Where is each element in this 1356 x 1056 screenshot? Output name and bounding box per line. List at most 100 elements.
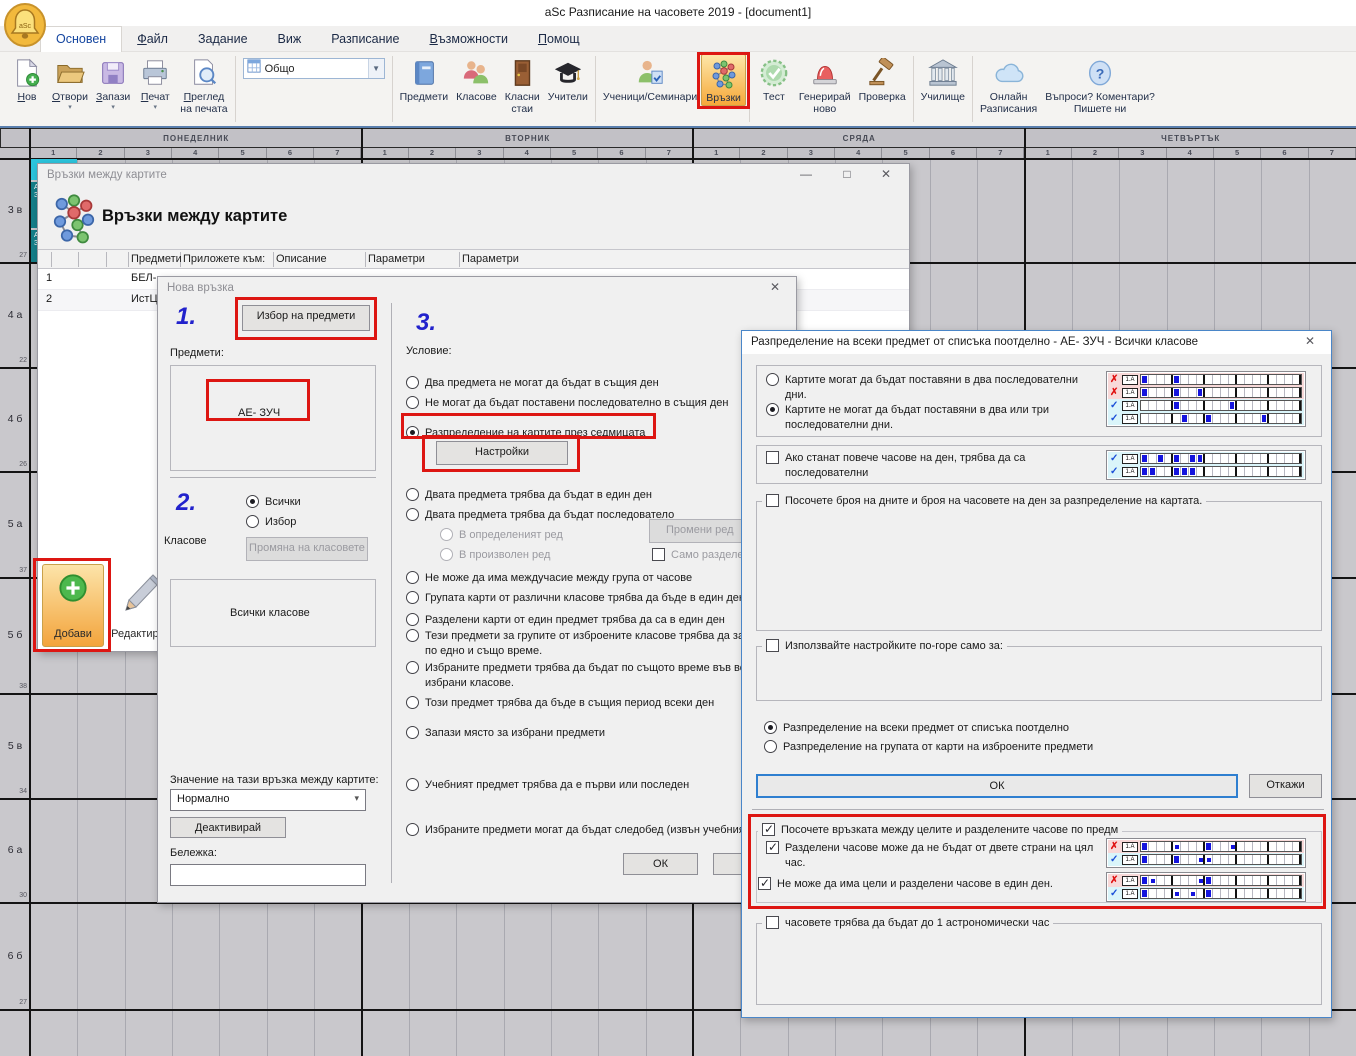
radio-button[interactable] xyxy=(406,778,419,791)
condition-option[interactable]: Двата предмета трябва да бъдат последова… xyxy=(406,508,674,523)
group-cards-radio[interactable]: Разпределение на групата от карти на изб… xyxy=(764,740,1093,755)
condition-option[interactable]: Два предмета не могат да бъдат в същия д… xyxy=(406,376,659,391)
radio-button[interactable] xyxy=(406,823,419,836)
radio-button[interactable] xyxy=(406,376,419,389)
column-header[interactable]: Описание xyxy=(276,253,327,265)
radio-button[interactable] xyxy=(406,591,419,604)
condition-option[interactable]: Групата карти от различни класове трябва… xyxy=(406,591,745,606)
tab-задание[interactable]: Задание xyxy=(183,27,263,52)
split-sides-checkbox[interactable]: Разделени часове може да не бъдат от две… xyxy=(766,841,1093,871)
condition-option[interactable]: Двата предмета трябва да бъдат в един де… xyxy=(406,488,652,503)
condition-option[interactable]: Запази място за избрани предмети xyxy=(406,726,605,741)
condition-option[interactable]: Избраните предмети трябва да бъдат по съ… xyxy=(406,661,745,691)
ribbon-button-school[interactable]: Училище xyxy=(917,54,969,104)
view-selector-dropdown[interactable]: Общо▼ xyxy=(243,58,385,79)
deactivate-button[interactable]: Деактивирай xyxy=(170,817,286,838)
importance-dropdown[interactable]: Нормално ▾ xyxy=(170,789,366,811)
minimize-button[interactable]: — xyxy=(789,164,823,186)
condition-option[interactable]: Тези предмети за групите от изброените к… xyxy=(406,629,744,659)
condition-option[interactable]: Учебният предмет трябва да е първи или п… xyxy=(406,778,689,793)
maximize-button[interactable]: □ xyxy=(830,164,864,186)
link-whole-split-checkbox[interactable]: Посочете връзката между целите и разделе… xyxy=(758,823,1122,838)
tab-разписание[interactable]: Разписание xyxy=(316,27,414,52)
class-row-label[interactable]: 6 б xyxy=(2,950,28,962)
close-icon[interactable]: ✕ xyxy=(758,277,792,299)
ribbon-button-new-doc[interactable]: Нов xyxy=(6,54,48,104)
ribbon-button-molecule[interactable]: Връзки xyxy=(701,54,746,106)
class-row-label[interactable]: 5 б xyxy=(2,629,28,641)
settings-only-checkbox[interactable]: Използвайте настройките по-горе само за: xyxy=(762,639,1007,654)
radio-button[interactable] xyxy=(406,426,419,439)
ribbon-button-test-badge[interactable]: Тест xyxy=(753,54,795,104)
tab-файл[interactable]: Файл xyxy=(122,27,183,52)
radio-button[interactable] xyxy=(406,613,419,626)
ribbon-button-print-preview[interactable]: Преглед на печата xyxy=(176,54,231,115)
ribbon-button-cloud[interactable]: Онлайн Разписания xyxy=(976,54,1041,115)
radio-button[interactable] xyxy=(406,726,419,739)
ribbon-button-student-check[interactable]: Ученици/Семинари xyxy=(599,54,701,104)
note-input[interactable] xyxy=(170,864,366,886)
radio-button[interactable] xyxy=(406,571,419,584)
ribbon-button-floppy[interactable]: Запази▾ xyxy=(92,54,134,111)
ribbon-button-grad-cap[interactable]: Учители xyxy=(544,54,592,104)
more-consecutive-checkbox[interactable]: Ако станат повече часове на ден, трябва … xyxy=(766,451,1025,481)
ok-button[interactable]: ОК xyxy=(756,774,1238,798)
chevron-down-icon[interactable]: ▾ xyxy=(154,104,158,111)
column-header[interactable]: Предмети xyxy=(131,253,182,265)
radio-button[interactable] xyxy=(406,696,419,709)
radio-button[interactable] xyxy=(406,396,419,409)
astronomical-checkbox[interactable]: часовете трябва да бъдат до 1 астрономич… xyxy=(762,916,1053,931)
close-icon[interactable]: ✕ xyxy=(869,164,903,186)
each-subject-radio[interactable]: Разпределение на всеки предмет от списък… xyxy=(764,721,1069,736)
ribbon-button-folder[interactable]: Отвори▾ xyxy=(48,54,92,111)
column-header[interactable]: Параметри xyxy=(368,253,425,265)
no-whole-split-checkbox[interactable]: Не може да има цели и разделени часове в… xyxy=(758,877,1053,892)
days-count-checkbox[interactable]: Посочете броя на дните и броя на часовет… xyxy=(762,494,1206,509)
class-row-label[interactable]: 4 б xyxy=(2,413,28,425)
tab-възможности[interactable]: Възможности xyxy=(414,27,522,52)
select-subjects-button[interactable]: Избор на предмети xyxy=(242,305,370,331)
class-row-label[interactable]: 6 а xyxy=(2,844,28,856)
condition-option[interactable]: Разделени карти от един предмет трябва д… xyxy=(406,613,725,628)
tab-виж[interactable]: Виж xyxy=(263,27,317,52)
condition-option[interactable]: Този предмет трябва да бъде в същия пери… xyxy=(406,696,714,711)
ribbon-button-book[interactable]: Предмети xyxy=(396,54,453,104)
chevron-down-icon[interactable]: ▼ xyxy=(368,59,384,78)
chevron-down-icon[interactable]: ▾ xyxy=(111,104,115,111)
cancel-button[interactable]: Откажи xyxy=(1249,774,1322,798)
column-header[interactable]: Приложете към: xyxy=(183,253,265,265)
close-icon[interactable]: ✕ xyxy=(1293,331,1327,353)
class-row-label[interactable]: 5 в xyxy=(2,740,28,752)
settings-button[interactable]: Настройки xyxy=(436,441,568,465)
radio-button[interactable] xyxy=(406,629,419,642)
radio-button[interactable] xyxy=(406,508,419,521)
condition-option[interactable]: Не може да има междучасие между група от… xyxy=(406,571,692,586)
radio-button[interactable] xyxy=(406,488,419,501)
column-header[interactable]: Параметри xyxy=(462,253,519,265)
links-dialog-titlebar[interactable]: Връзки между картите — □ ✕ xyxy=(38,164,909,187)
ribbon-button-question[interactable]: ?Въпроси? Коментари? Пишете ни xyxy=(1041,54,1159,115)
ok-button[interactable]: ОК xyxy=(623,853,698,875)
ribbon-button-door[interactable]: Класни стаи xyxy=(501,54,544,115)
class-row-label[interactable]: 4 а xyxy=(2,309,28,321)
tab-main[interactable]: Основен xyxy=(40,26,122,52)
class-row-label[interactable]: 5 а xyxy=(2,518,28,530)
class-row-label[interactable]: 3 в xyxy=(2,204,28,216)
ribbon-button-siren[interactable]: Генерирай ново xyxy=(795,54,855,115)
two-days-radio[interactable]: Картите могат да бъдат поставяни в два п… xyxy=(766,373,1078,403)
not-two-three-radio[interactable]: Картите не могат да бъдат поставяни в дв… xyxy=(766,403,1049,433)
radio-button[interactable] xyxy=(406,661,419,674)
ribbon-button-students[interactable]: Класове xyxy=(452,54,501,104)
chevron-down-icon[interactable]: ▾ xyxy=(68,104,72,111)
classes-all-radio[interactable]: Всички xyxy=(246,495,301,510)
condition-option[interactable]: Разпределение на картите през седмицата xyxy=(406,426,645,441)
distribution-titlebar[interactable]: Разпределение на всеки предмет от списък… xyxy=(742,331,1331,354)
classes-select-radio[interactable]: Избор xyxy=(246,515,296,530)
app-logo-icon[interactable]: aSc xyxy=(3,2,47,48)
new-link-titlebar[interactable]: Нова връзка ✕ xyxy=(158,277,796,300)
condition-option[interactable]: Избраните предмети могат да бъдат следоб… xyxy=(406,823,745,838)
add-link-button[interactable]: Добави xyxy=(42,564,104,647)
condition-option[interactable]: Не могат да бъдат поставени последовател… xyxy=(406,396,728,411)
tab-помощ[interactable]: Помощ xyxy=(523,27,595,52)
ribbon-button-printer[interactable]: Печат▾ xyxy=(134,54,176,111)
